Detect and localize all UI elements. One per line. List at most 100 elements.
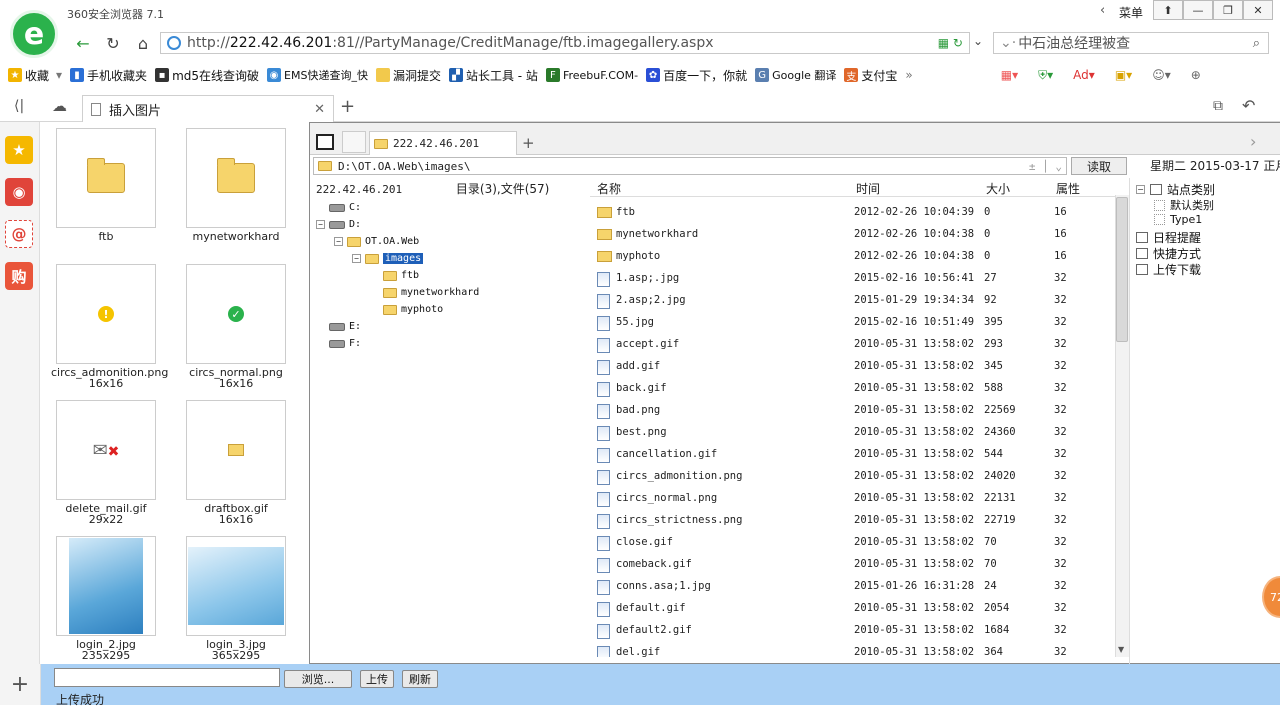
file-row[interactable]: 55.jpg 2015-02-16 10:51:49 395 32 (594, 312, 1114, 334)
file-row[interactable]: myphoto 2012-02-26 10:04:38 0 16 (594, 246, 1114, 268)
explorer-tab[interactable]: 222.42.46.201 (369, 131, 517, 155)
file-row[interactable]: comeback.gif 2010-05-31 13:58:02 70 32 (594, 554, 1114, 576)
tree-node[interactable]: ftb (370, 270, 419, 281)
gallery-thumbnail[interactable] (186, 128, 286, 228)
home-button[interactable]: ⌂ (130, 31, 156, 55)
search-input[interactable]: ⌄· 中石油总经理被查 ⌕ (993, 32, 1269, 54)
favorites-icon[interactable]: ★ (5, 136, 33, 164)
restore-tabs-icon[interactable]: ⧉ (1213, 98, 1223, 114)
bookmark-item[interactable]: 支支付宝 (844, 67, 897, 84)
category-node[interactable]: Type1 (1154, 213, 1202, 226)
file-row[interactable]: back.gif 2010-05-31 13:58:02 588 32 (594, 378, 1114, 400)
game-icon[interactable]: ☺▾ (1152, 68, 1171, 82)
browser-logo[interactable]: e (10, 10, 58, 58)
column-time[interactable]: 时间 (856, 180, 880, 197)
tree-node[interactable]: − D: (316, 219, 361, 230)
chevron-left-icon[interactable]: ‹ (1100, 3, 1105, 18)
expand-toggle-icon[interactable]: − (352, 254, 361, 263)
gallery-item[interactable]: login_3.jpg 365x295 (181, 536, 291, 662)
more-bookmarks-icon[interactable]: » (905, 68, 912, 82)
bookmark-favorites[interactable]: ★ 收藏 ▾ (8, 67, 62, 84)
close-button[interactable]: ✕ (1243, 0, 1273, 20)
gallery-item[interactable]: ✉✖ delete_mail.gif 29x22 (51, 400, 161, 526)
scroll-down-icon[interactable]: ▼ (1118, 645, 1124, 654)
bookmark-item[interactable]: F FreebuF.COM- (545, 68, 638, 82)
expand-toggle-icon[interactable]: − (1136, 185, 1145, 194)
gallery-item[interactable]: login_2.jpg 235x295 (51, 536, 161, 662)
tree-node[interactable]: C: (316, 202, 361, 213)
file-row[interactable]: ftb 2012-02-26 10:04:39 0 16 (594, 202, 1114, 224)
upload-button[interactable]: 上传 (360, 670, 394, 688)
gallery-thumbnail[interactable] (56, 536, 156, 636)
bookmark-item[interactable]: ▞ 站长工具 - 站 (448, 67, 538, 84)
upload-file-input[interactable] (54, 668, 280, 687)
menu-button[interactable]: 菜单 (1119, 4, 1143, 21)
file-row[interactable]: close.gif 2010-05-31 13:58:02 70 32 (594, 532, 1114, 554)
gallery-thumbnail[interactable]: ✉✖ (56, 400, 156, 500)
file-row[interactable]: default2.gif 2010-05-31 13:58:02 1684 32 (594, 620, 1114, 642)
column-name[interactable]: 名称 (597, 180, 621, 197)
column-attr[interactable]: 属性 (1056, 180, 1080, 197)
zoom-icon[interactable]: ⊕ (1191, 68, 1201, 82)
bookmark-item[interactable]: ◉ EMS快递查询_快 (267, 67, 368, 83)
category-node[interactable]: − 站点类别 (1136, 181, 1215, 198)
read-button[interactable]: 读取 (1071, 157, 1127, 175)
file-row[interactable]: add.gif 2010-05-31 13:58:02 345 32 (594, 356, 1114, 378)
bookmark-item[interactable]: ▪ md5在线查询破 (155, 67, 259, 84)
file-row[interactable]: circs_strictness.png 2010-05-31 13:58:02 2… (594, 510, 1114, 532)
path-input[interactable]: D:\OT.OA.Web\images\ ± │ ⌄ (313, 157, 1067, 175)
scrollbar-thumb[interactable] (1116, 197, 1128, 342)
search-icon[interactable]: ⌕ (1253, 36, 1260, 51)
tree-node[interactable]: myphoto (370, 304, 443, 315)
tree-node[interactable]: mynetworkhard (370, 287, 479, 298)
mail-icon[interactable]: @ (5, 220, 33, 248)
bookmark-item[interactable]: ▮ 手机收藏夹 (70, 67, 147, 84)
file-row[interactable]: 1.asp;.jpg 2015-02-16 10:56:41 27 32 (594, 268, 1114, 290)
minimize-button[interactable]: — (1183, 0, 1213, 20)
apps-icon[interactable]: ▦▾ (1001, 68, 1018, 82)
tab-scroll-left-icon[interactable]: ⟨| (14, 98, 24, 114)
tree-node[interactable]: E: (316, 321, 361, 332)
close-tab-icon[interactable]: ✕ (314, 102, 325, 117)
file-row[interactable]: cancellation.gif 2010-05-31 13:58:02 544 32 (594, 444, 1114, 466)
category-node[interactable]: 日程提醒 (1136, 229, 1201, 246)
panel-toggle-icon[interactable] (316, 134, 334, 150)
bookmark-item[interactable]: 漏洞提交 (375, 67, 441, 84)
gallery-item[interactable]: mynetworkhard (181, 128, 291, 243)
gallery-item[interactable]: ✓ circs_normal.png 16x16 (181, 264, 291, 390)
tree-node[interactable]: − images (352, 253, 424, 264)
maximize-button[interactable]: ❐ (1213, 0, 1243, 20)
category-node[interactable]: 快捷方式 (1136, 245, 1201, 262)
file-row[interactable]: bad.png 2010-05-31 13:58:02 22569 32 (594, 400, 1114, 422)
chevron-right-icon[interactable]: › (1250, 132, 1256, 151)
gallery-item[interactable]: draftbox.gif 16x16 (181, 400, 291, 526)
column-size[interactable]: 大小 (986, 180, 1010, 197)
pdf-icon[interactable]: Ad▾ (1073, 68, 1095, 82)
tree-node[interactable]: F: (316, 338, 361, 349)
address-bar[interactable]: http://222.42.46.201:81//PartyManage/Cre… (160, 32, 970, 54)
gallery-thumbnail[interactable] (56, 128, 156, 228)
expand-toggle-icon[interactable]: − (334, 237, 343, 246)
file-row[interactable]: circs_normal.png 2010-05-31 13:58:02 22131… (594, 488, 1114, 510)
bookmark-item[interactable]: G Google 翻译 (755, 67, 836, 83)
weibo-icon[interactable]: ◉ (5, 178, 33, 206)
tree-node[interactable]: − OT.OA.Web (334, 236, 419, 247)
file-row[interactable]: 2.asp;2.jpg 2015-01-29 19:34:34 92 32 (594, 290, 1114, 312)
pin-icon[interactable]: ⬆ (1153, 0, 1183, 20)
add-icon[interactable]: + (0, 664, 41, 705)
bookmark-item[interactable]: ✿ 百度一下，你就 (646, 67, 747, 84)
back-button[interactable]: ← (70, 31, 96, 55)
gallery-thumbnail[interactable]: ! (56, 264, 156, 364)
browse-button[interactable]: 浏览... (284, 670, 352, 688)
blank-tab-icon[interactable] (342, 131, 366, 153)
tab-insert-image[interactable]: 插入图片 ✕ (82, 95, 334, 122)
cloud-icon[interactable]: ☁ (52, 97, 67, 115)
category-node[interactable]: 默认类别 (1154, 197, 1214, 213)
path-dropdown-icon[interactable]: ± │ ⌄ (1029, 160, 1062, 173)
file-row[interactable]: mynetworkhard 2012-02-26 10:04:38 0 16 (594, 224, 1114, 246)
category-node[interactable]: 上传下载 (1136, 261, 1201, 278)
gallery-thumbnail[interactable] (186, 400, 286, 500)
new-tab-button[interactable]: + (340, 96, 355, 117)
file-row[interactable]: del.gif 2010-05-31 13:58:02 364 32 (594, 642, 1114, 657)
gallery-item[interactable]: ! circs_admonition.png 16x16 (51, 264, 168, 390)
